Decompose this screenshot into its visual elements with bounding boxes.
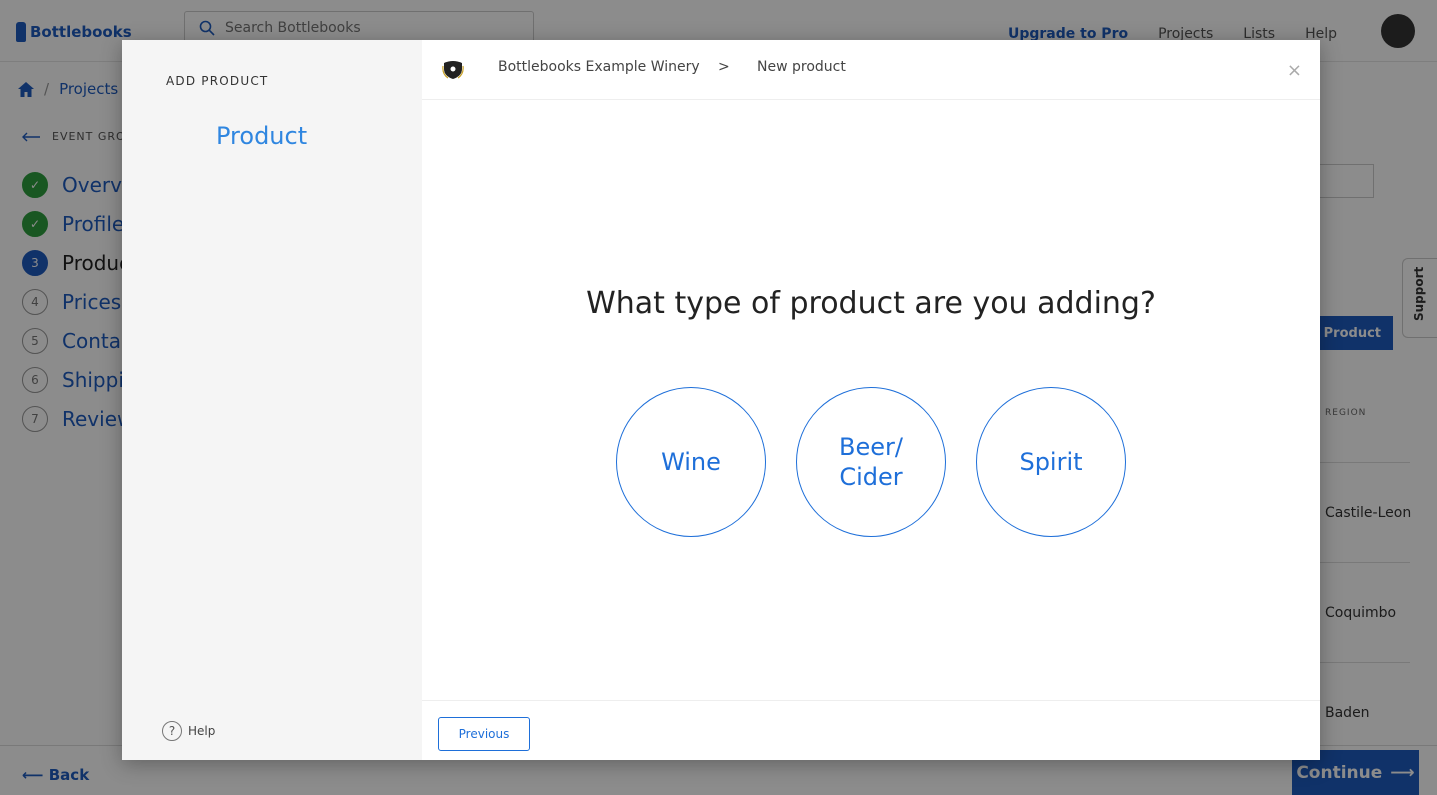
help-label: Help — [188, 724, 216, 738]
product-type-choices: Wine Beer/ Cider Spirit — [616, 387, 1126, 537]
wine-option-button[interactable]: Wine — [616, 387, 766, 537]
organization-name[interactable]: Bottlebooks Example Winery — [498, 59, 700, 75]
question-mark-icon: ? — [162, 721, 182, 741]
modal-side-heading: ADD PRODUCT — [166, 74, 269, 88]
modal-header: Bottlebooks Example Winery > New product… — [422, 40, 1320, 100]
spirit-option-button[interactable]: Spirit — [976, 387, 1126, 537]
page-title: New product — [757, 59, 846, 75]
help-link[interactable]: ? Help — [162, 721, 215, 741]
modal-content: Bottlebooks Example Winery > New product… — [422, 40, 1320, 760]
add-product-modal: ADD PRODUCT Product ? Help Bottlebooks E… — [122, 40, 1320, 760]
modal-sidebar: ADD PRODUCT Product ? Help — [122, 40, 422, 760]
modal-footer: Previous — [422, 700, 1320, 760]
product-type-question: What type of product are you adding? — [586, 286, 1156, 321]
modal-side-step-product[interactable]: Product — [216, 122, 307, 150]
beer-cider-option-button[interactable]: Beer/ Cider — [796, 387, 946, 537]
winery-crest-icon — [442, 61, 464, 79]
header-separator: > — [718, 59, 730, 75]
close-icon[interactable]: × — [1287, 60, 1302, 81]
previous-button[interactable]: Previous — [438, 717, 530, 751]
